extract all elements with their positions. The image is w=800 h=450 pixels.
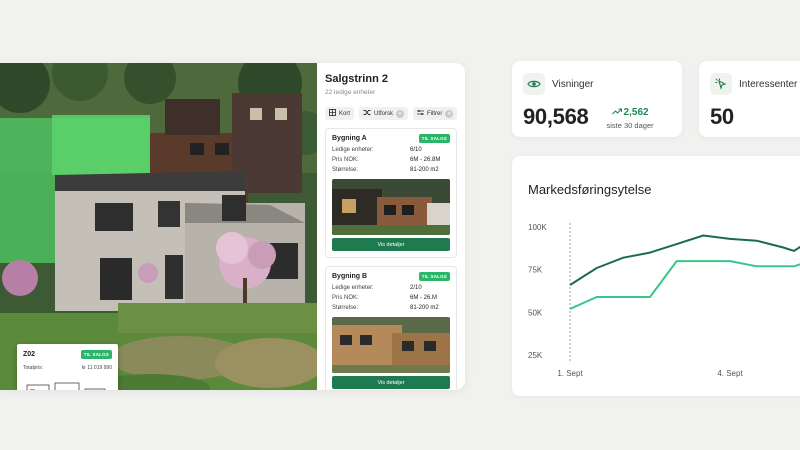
y-tick-label: 100K xyxy=(528,223,547,232)
row-value: 2/10 xyxy=(410,285,422,291)
building-name: Bygning A xyxy=(332,135,367,142)
building-status-badge: TIL SALGS xyxy=(418,134,450,143)
floor-plan-image xyxy=(23,381,112,390)
unit-info-card[interactable]: Z02 TIL SALGS Totalpris: kr 11 019 990 xyxy=(17,344,118,390)
filter-label: Filtrer xyxy=(427,110,443,117)
sliders-icon xyxy=(417,109,425,118)
view-details-button[interactable]: Vis detaljer xyxy=(332,376,450,389)
building-photo xyxy=(332,317,450,373)
y-tick-label: 75K xyxy=(528,266,543,275)
interested-stat-card: Interessenter 50 xyxy=(699,61,800,137)
project-viewer: Z02 TIL SALGS Totalpris: kr 11 019 990 S… xyxy=(0,63,465,390)
panel-title: Salgstrinn 2 xyxy=(325,73,388,85)
building-render-image xyxy=(0,63,317,390)
row-label: Pris NOK: xyxy=(332,157,359,163)
row-value: 6M - 26.8M xyxy=(410,157,441,163)
y-tick-label: 25K xyxy=(528,351,543,360)
row-value: 6/10 xyxy=(410,147,422,153)
explore-button[interactable]: Utforsk ✕ xyxy=(359,107,409,120)
map-view-button[interactable]: Kort xyxy=(325,107,355,120)
cursor-click-icon xyxy=(710,73,732,95)
interested-value: 50 xyxy=(710,104,734,129)
clear-filter-icon[interactable]: ✕ xyxy=(445,109,454,118)
marketing-performance-card: Markedsføringsytelse 100K 75K 50K 25K 1. Sep… xyxy=(512,156,800,396)
views-delta: 2,562 siste 30 dager xyxy=(607,107,654,130)
building-render[interactable]: Z02 TIL SALGS Totalpris: kr 11 019 990 xyxy=(0,63,317,390)
view-toolbar: Kort Utforsk ✕ Filtrer ✕ xyxy=(325,107,458,120)
views-delta-value: 2,562 xyxy=(623,107,649,118)
views-stat-card: Visninger 90,568 2,562 siste 30 dager xyxy=(512,61,682,137)
views-delta-period: siste 30 dager xyxy=(606,121,654,130)
size-row: Størrelse: 81-200 m2 xyxy=(332,167,450,173)
x-tick-label: 1. Sept xyxy=(557,369,583,378)
panel-subtitle: 22 ledige enheter xyxy=(325,89,376,96)
building-card-a[interactable]: Bygning A TIL SALGS Ledige enheter: 6/10… xyxy=(325,128,457,258)
available-units-row: Ledige enheter: 6/10 xyxy=(332,147,450,153)
view-details-button[interactable]: Vis detaljer xyxy=(332,238,450,251)
series-line-2 xyxy=(569,260,800,310)
building-photo xyxy=(332,179,450,235)
interested-label: Interessenter xyxy=(739,78,798,90)
price-row: Pris NOK: 6M - 26.8M xyxy=(332,157,450,163)
row-value: 6M - 26.M xyxy=(410,295,438,301)
sales-stage-panel: Salgstrinn 2 22 ledige enheter Kort Utfo… xyxy=(317,63,465,390)
unit-status-badge: TIL SALGS xyxy=(80,350,112,359)
row-label: Ledige enheter: xyxy=(332,285,374,291)
row-label: Ledige enheter: xyxy=(332,147,374,153)
unit-price-value: kr 11 019 990 xyxy=(81,365,112,371)
map-icon xyxy=(329,109,336,118)
row-label: Størrelse: xyxy=(332,167,359,173)
views-label: Visninger xyxy=(552,78,594,90)
map-view-label: Kort xyxy=(339,110,351,117)
building-card-b[interactable]: Bygning B TIL SALGS Ledige enheter: 2/10… xyxy=(325,266,457,390)
y-tick-label: 50K xyxy=(528,308,543,317)
views-value: 90,568 xyxy=(523,104,589,129)
unit-price-label: Totalpris: xyxy=(23,365,44,371)
eye-icon xyxy=(523,73,545,95)
explore-label: Utforsk xyxy=(374,110,394,117)
filter-button[interactable]: Filtrer ✕ xyxy=(413,107,458,120)
unit-code: Z02 xyxy=(23,351,36,358)
building-status-badge: TIL SALGS xyxy=(418,272,450,281)
clear-explore-icon[interactable]: ✕ xyxy=(396,109,405,118)
price-row: Pris NOK: 6M - 26.M xyxy=(332,295,450,301)
shuffle-icon xyxy=(363,109,371,118)
row-value: 81-200 m2 xyxy=(410,305,439,311)
row-label: Pris NOK: xyxy=(332,295,359,301)
trend-up-icon xyxy=(611,107,622,118)
marketing-line-chart: 100K 75K 50K 25K 1. Sept 4. Sept xyxy=(528,223,800,378)
row-label: Størrelse: xyxy=(332,305,359,311)
x-tick-label: 4. Sept xyxy=(717,369,743,378)
building-name: Bygning B xyxy=(332,273,367,280)
row-value: 81-200 m2 xyxy=(410,167,439,173)
size-row: Størrelse: 81-200 m2 xyxy=(332,305,450,311)
available-units-row: Ledige enheter: 2/10 xyxy=(332,285,450,291)
